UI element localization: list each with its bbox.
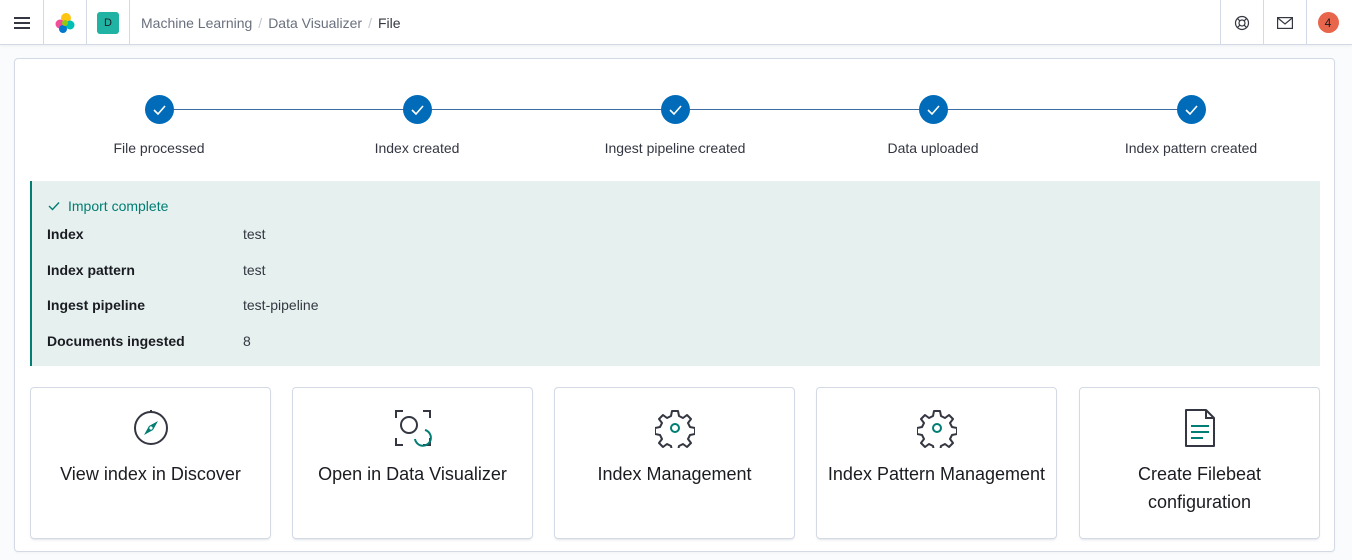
step-index-created: Index created — [307, 95, 527, 156]
breadcrumb-data-visualizer[interactable]: Data Visualizer — [268, 15, 362, 31]
step-complete-circle — [402, 95, 432, 124]
gear-icon — [916, 410, 957, 448]
breadcrumb: Machine Learning / Data Visualizer / Fil… — [141, 0, 401, 45]
card-title: Open in Data Visualizer — [318, 464, 507, 484]
newsfeed-button[interactable] — [1264, 0, 1306, 45]
menu-button[interactable] — [0, 0, 43, 45]
import-panel: File processed Index created Ingest pipe… — [14, 58, 1335, 552]
help-button[interactable] — [1221, 0, 1263, 45]
step-complete-circle — [144, 95, 174, 124]
top-header: D Machine Learning / Data Visualizer / F… — [0, 0, 1352, 45]
data-visualizer-icon — [394, 410, 432, 447]
hamburger-icon — [13, 16, 30, 29]
summary-value: test-pipeline — [243, 297, 319, 313]
open-data-visualizer-card[interactable]: Open in Data Visualizer — [292, 387, 533, 539]
step-data-uploaded: Data uploaded — [823, 95, 1043, 156]
space-selector[interactable]: D — [87, 0, 129, 45]
check-icon — [48, 202, 60, 211]
step-label: Ingest pipeline created — [604, 140, 746, 156]
home-logo-button[interactable] — [44, 0, 86, 45]
card-title: Create Filebeat configuration — [1137, 464, 1262, 512]
help-icon — [1234, 15, 1250, 30]
index-management-card[interactable]: Index Management — [554, 387, 795, 539]
step-complete-circle — [918, 95, 948, 124]
user-menu-button[interactable]: 4 — [1307, 0, 1349, 45]
check-icon — [152, 104, 166, 115]
breadcrumb-current: File — [377, 14, 401, 31]
space-avatar: D — [97, 11, 119, 34]
step-label: Index created — [374, 140, 460, 156]
breadcrumb-separator: / — [258, 14, 263, 31]
check-icon — [926, 104, 940, 115]
breadcrumb-separator: / — [368, 14, 372, 31]
card-title: Index Pattern Management — [827, 464, 1046, 484]
step-label: File processed — [113, 140, 205, 156]
check-icon — [668, 104, 682, 115]
check-icon — [410, 104, 424, 115]
summary-value: test — [243, 226, 266, 242]
summary-value: test — [243, 262, 266, 278]
summary-label: Documents ingested — [47, 333, 185, 349]
compass-icon — [133, 410, 168, 445]
step-label: Index pattern created — [1124, 140, 1258, 156]
step-complete-circle — [660, 95, 690, 124]
card-title: Index Management — [597, 464, 752, 484]
gear-icon — [654, 410, 695, 448]
notification-badge: 4 — [1317, 12, 1339, 33]
import-complete-callout: Import complete Index test Index pattern… — [30, 181, 1320, 366]
card-title: View index in Discover — [60, 464, 241, 484]
elastic-logo-icon — [55, 12, 75, 33]
check-icon — [1184, 104, 1198, 115]
mail-icon — [1277, 16, 1293, 29]
step-file-processed: File processed — [49, 95, 269, 156]
index-pattern-management-card[interactable]: Index Pattern Management — [816, 387, 1057, 539]
step-label: Data uploaded — [887, 140, 979, 156]
view-in-discover-card[interactable]: View index in Discover — [30, 387, 271, 539]
document-icon — [1184, 409, 1215, 447]
step-ingest-pipeline-created: Ingest pipeline created — [565, 95, 785, 156]
callout-title: Import complete — [48, 198, 168, 214]
callout-title-text: Import complete — [68, 198, 169, 214]
summary-label: Index pattern — [47, 262, 135, 278]
step-index-pattern-created: Index pattern created — [1081, 95, 1301, 156]
summary-label: Index — [47, 226, 84, 242]
summary-label: Ingest pipeline — [47, 297, 146, 313]
breadcrumb-machine-learning[interactable]: Machine Learning — [141, 15, 252, 31]
summary-value: 8 — [243, 333, 251, 349]
create-filebeat-config-card[interactable]: Create Filebeat configuration — [1079, 387, 1320, 539]
step-complete-circle — [1176, 95, 1206, 124]
